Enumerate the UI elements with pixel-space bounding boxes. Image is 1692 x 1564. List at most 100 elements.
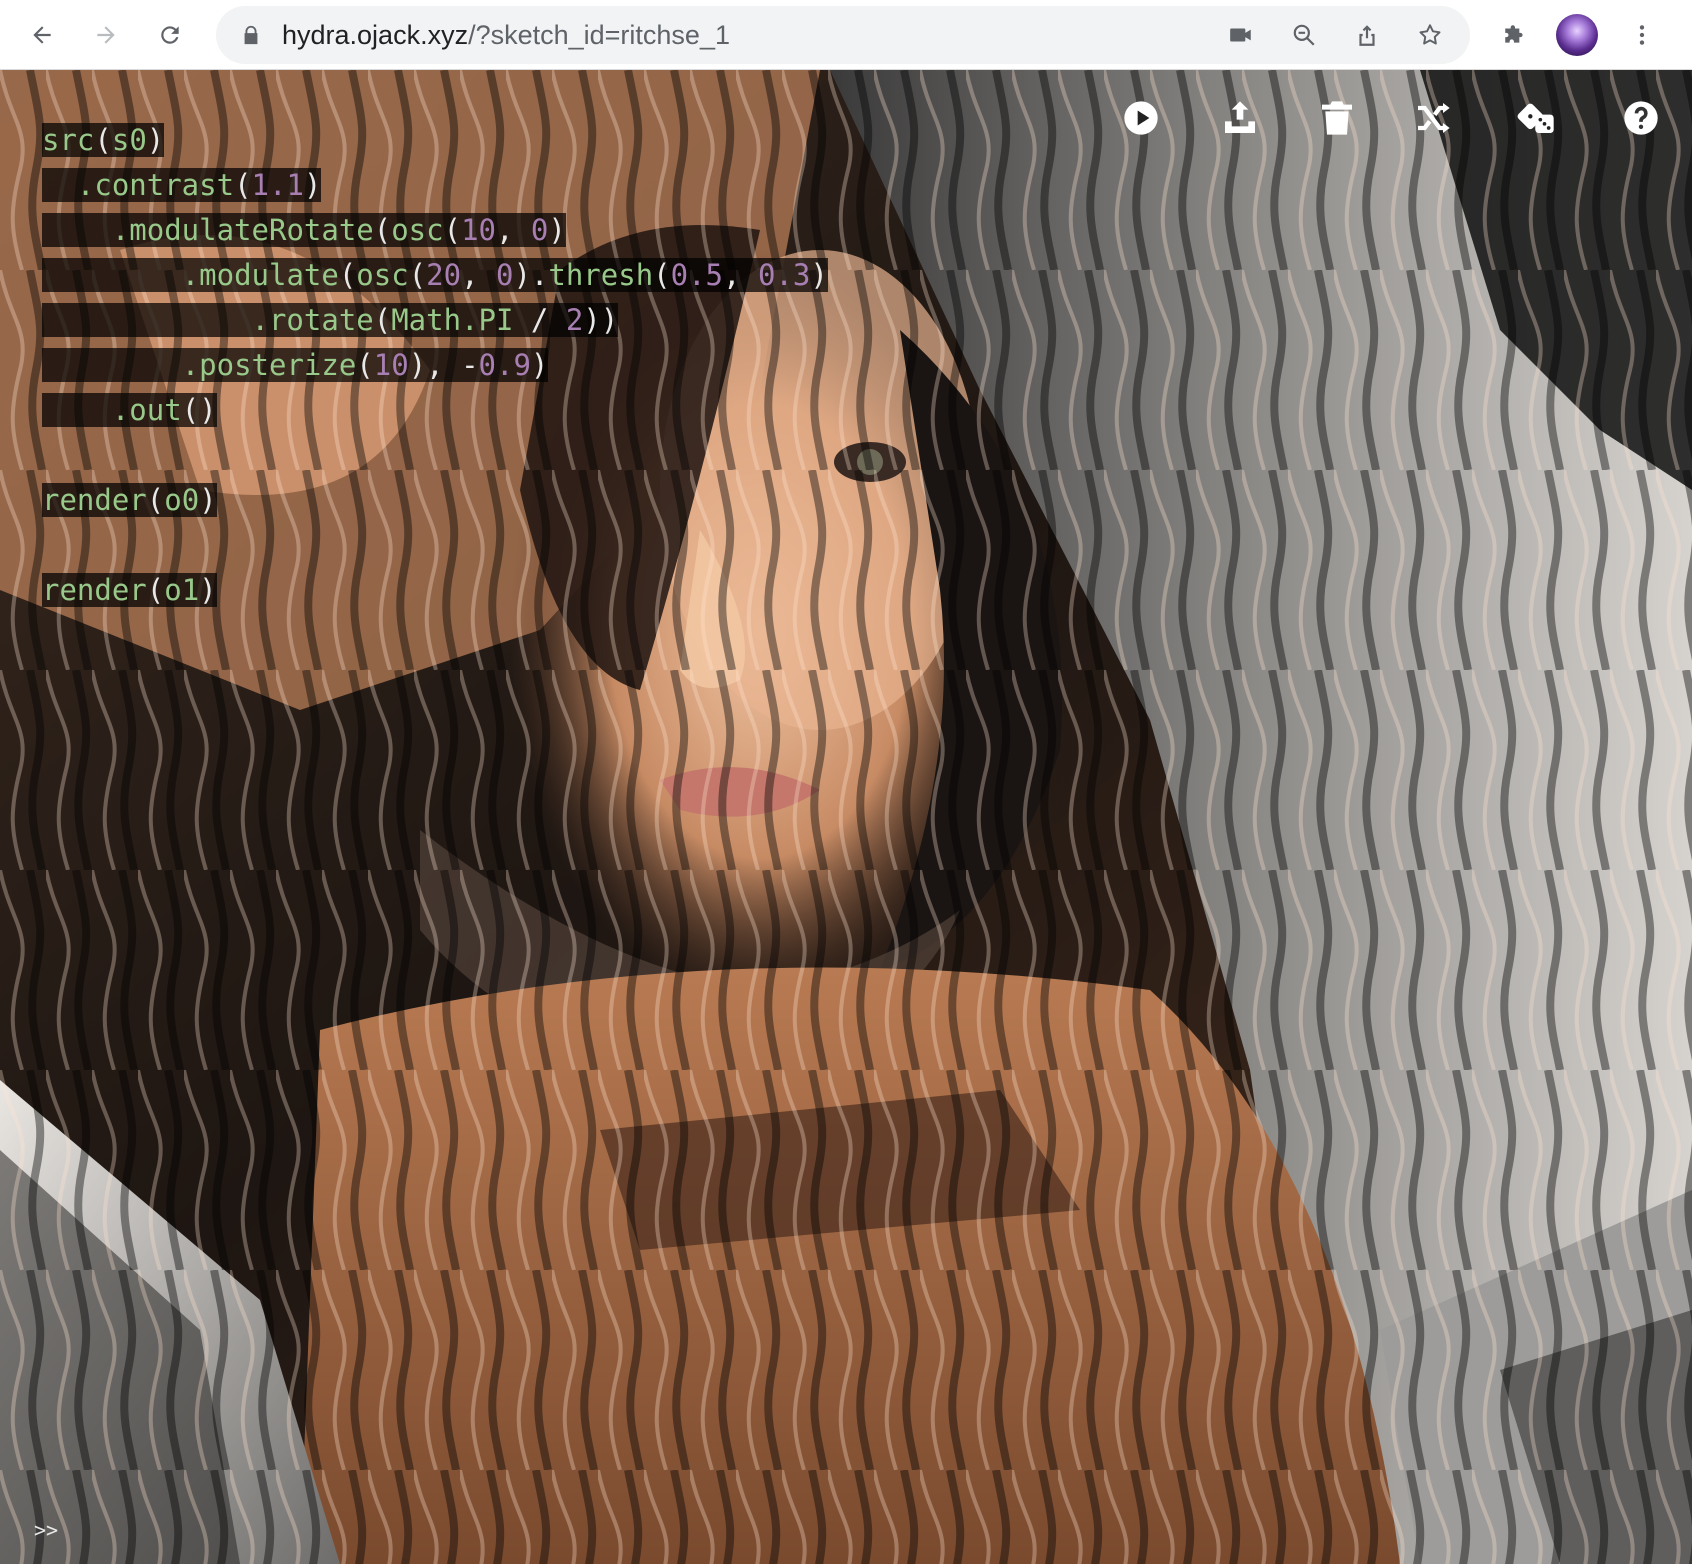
code-indent: [42, 348, 182, 382]
code-token: (: [338, 258, 357, 292]
code-token: (: [373, 303, 392, 337]
code-line[interactable]: .out(): [42, 388, 828, 433]
share-icon[interactable]: [1352, 20, 1382, 50]
code-token: 0.3: [757, 258, 811, 292]
code-indent: [42, 213, 112, 247]
code-token: ,: [496, 213, 531, 247]
code-indent: [42, 393, 112, 427]
camera-icon[interactable]: [1226, 20, 1256, 50]
code-token: 0.5: [670, 258, 724, 292]
code-token: ).: [513, 258, 549, 292]
code-token: .contrast: [76, 168, 235, 202]
clear-icon[interactable]: [1315, 96, 1359, 140]
console-prompt[interactable]: >>: [34, 1518, 58, 1542]
code-token: (: [234, 168, 252, 202]
code-text: .posterize(10), -0.9): [181, 348, 549, 382]
code-token: 10: [373, 348, 409, 382]
code-token: ,: [461, 258, 496, 292]
code-token: (: [653, 258, 671, 292]
code-token: (: [408, 258, 427, 292]
address-bar[interactable]: hydra.ojack.xyz/?sketch_id=ritchse_1: [216, 6, 1470, 64]
code-text: .modulateRotate(osc(10, 0): [111, 213, 566, 247]
code-token: render: [42, 573, 147, 607]
profile-avatar[interactable]: [1556, 14, 1598, 56]
forward-icon[interactable]: [86, 15, 126, 55]
help-icon[interactable]: [1619, 96, 1663, 140]
code-token: /: [513, 303, 566, 337]
zoom-out-icon[interactable]: [1289, 20, 1319, 50]
code-token: Math.PI: [391, 303, 514, 337]
browser-toolbar: hydra.ojack.xyz/?sketch_id=ritchse_1: [0, 0, 1692, 70]
back-icon[interactable]: [22, 15, 62, 55]
run-icon[interactable]: [1119, 96, 1163, 140]
code-token: 0: [530, 213, 549, 247]
url-text[interactable]: hydra.ojack.xyz/?sketch_id=ritchse_1: [282, 20, 730, 51]
code-text: .out(): [111, 393, 217, 427]
code-line[interactable]: render(o0): [42, 478, 828, 523]
code-token: ): [548, 213, 566, 247]
code-token: (: [356, 348, 374, 382]
hydra-canvas[interactable]: src(s0) .contrast(1.1) .modulateRotate(o…: [0, 70, 1692, 1564]
code-token: (: [94, 123, 112, 157]
code-token: 2: [565, 303, 584, 337]
code-token: ): [146, 123, 165, 157]
code-token: 20: [426, 258, 462, 292]
bookmark-star-icon[interactable]: [1415, 20, 1445, 50]
code-line[interactable]: [42, 433, 828, 478]
code-token: ): [199, 573, 217, 607]
code-token: ): [303, 168, 322, 202]
code-token: thresh: [548, 258, 654, 292]
code-token: ): [530, 348, 549, 382]
shuffle-icon[interactable]: [1411, 96, 1455, 140]
code-token: 10: [461, 213, 496, 247]
code-line[interactable]: render(o1): [42, 568, 828, 613]
code-line[interactable]: .rotate(Math.PI / 2)): [42, 298, 828, 343]
code-text: src(s0): [42, 123, 165, 157]
code-token: ): [199, 483, 217, 517]
reload-icon[interactable]: [150, 15, 190, 55]
code-token: .modulateRotate: [111, 213, 374, 247]
code-token: .modulate: [181, 258, 339, 292]
code-token: 0: [496, 258, 514, 292]
code-token: o0: [164, 483, 200, 517]
code-text: .modulate(osc(20, 0).thresh(0.5, 0.3): [181, 258, 828, 292]
code-line[interactable]: .posterize(10), -0.9): [42, 343, 828, 388]
code-line[interactable]: [42, 523, 828, 568]
code-token: ): [810, 258, 828, 292]
code-indent: [42, 258, 182, 292]
code-token: osc: [391, 213, 444, 247]
code-token: (): [181, 393, 217, 427]
code-text: .contrast(1.1): [76, 168, 322, 202]
url-path: /?sketch_id=ritchse_1: [468, 20, 730, 50]
code-token: (: [146, 483, 165, 517]
code-line[interactable]: src(s0): [42, 118, 828, 163]
code-indent: [42, 303, 252, 337]
upload-icon[interactable]: [1218, 96, 1262, 140]
code-line[interactable]: .modulateRotate(osc(10, 0): [42, 208, 828, 253]
code-token: .out: [111, 393, 182, 427]
extensions-icon[interactable]: [1495, 15, 1535, 55]
code-token: o1: [164, 573, 200, 607]
code-line[interactable]: .contrast(1.1): [42, 163, 828, 208]
code-editor[interactable]: src(s0) .contrast(1.1) .modulateRotate(o…: [42, 118, 828, 613]
lock-icon[interactable]: [240, 24, 262, 46]
code-token: (: [373, 213, 392, 247]
code-token: s0: [111, 123, 147, 157]
code-token: ,: [723, 258, 758, 292]
code-indent: [42, 168, 77, 202]
code-line[interactable]: .modulate(osc(20, 0).thresh(0.5, 0.3): [42, 253, 828, 298]
code-text: .rotate(Math.PI / 2)): [251, 303, 619, 337]
code-token: 1.1: [251, 168, 304, 202]
code-text: render(o1): [42, 573, 217, 607]
code-token: .posterize: [181, 348, 357, 382]
code-token: render: [42, 483, 147, 517]
code-text: render(o0): [42, 483, 217, 517]
more-menu-icon[interactable]: [1622, 15, 1662, 55]
code-token: 0.9: [478, 348, 531, 382]
url-host: hydra.ojack.xyz: [282, 20, 469, 50]
code-token: (: [443, 213, 462, 247]
code-token: ), -: [408, 348, 479, 382]
code-token: src: [42, 123, 95, 157]
code-token: osc: [356, 258, 409, 292]
random-icon[interactable]: [1515, 96, 1559, 140]
